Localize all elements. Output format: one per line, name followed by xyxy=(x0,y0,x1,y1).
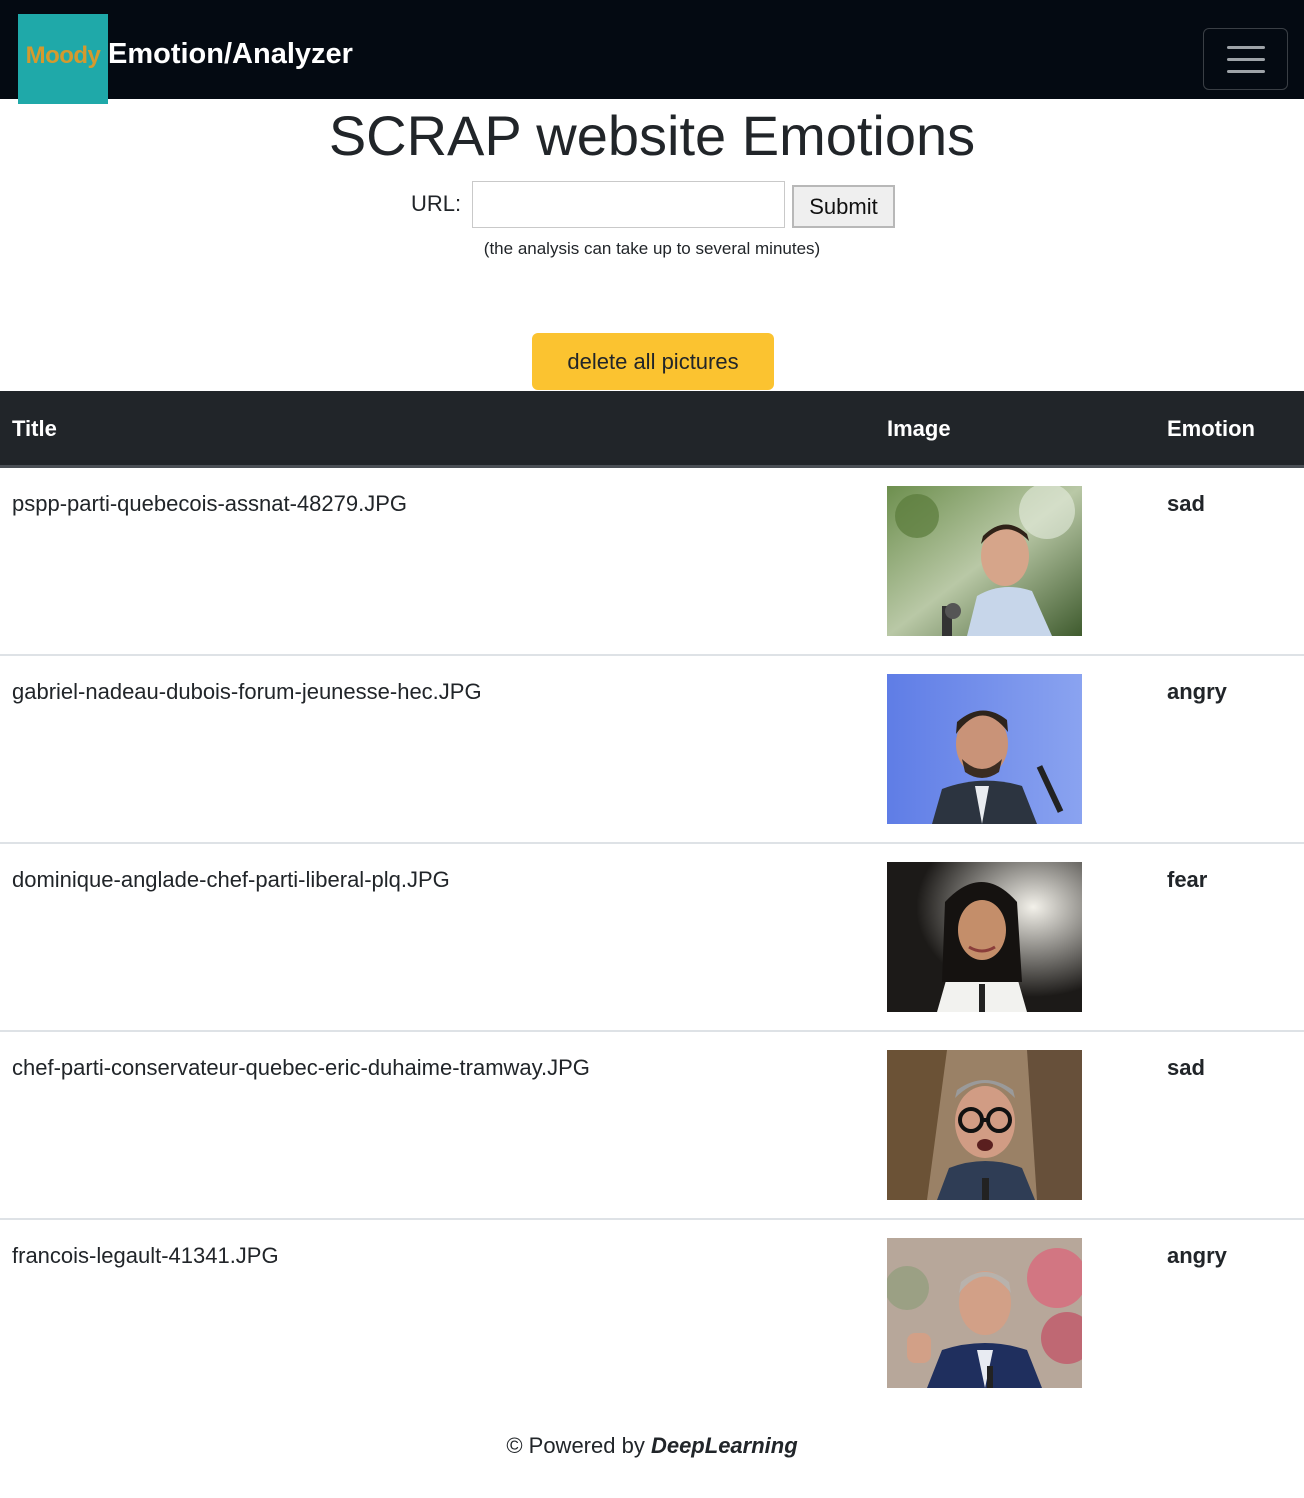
moody-logo[interactable]: Moody xyxy=(18,14,108,104)
delete-all-pictures-button[interactable]: delete all pictures xyxy=(532,333,774,390)
column-header-image: Image xyxy=(887,416,951,441)
column-header-title: Title xyxy=(12,416,57,441)
emotion-label: angry xyxy=(1167,679,1227,704)
emotion-label: fear xyxy=(1167,867,1208,892)
submit-button[interactable]: Submit xyxy=(792,185,895,228)
image-title: gabriel-nadeau-dubois-forum-jeunesse-hec… xyxy=(12,679,482,704)
emotion-label: angry xyxy=(1167,1243,1227,1268)
image-title: dominique-anglade-chef-parti-liberal-plq… xyxy=(12,867,450,892)
footer-prefix: © Powered by xyxy=(506,1433,645,1458)
table-row: dominique-anglade-chef-parti-liberal-plq… xyxy=(0,844,1304,1032)
column-header-emotion: Emotion xyxy=(1167,416,1255,441)
photo-thumbnail xyxy=(887,862,1082,1012)
image-title: pspp-parti-quebecois-assnat-48279.JPG xyxy=(12,491,408,516)
url-input[interactable] xyxy=(472,181,785,228)
analysis-hint: (the analysis can take up to several min… xyxy=(483,239,821,258)
table-row: pspp-parti-quebecois-assnat-48279.JPG sa… xyxy=(0,468,1304,656)
table-row: chef-parti-conservateur-quebec-eric-duha… xyxy=(0,1032,1304,1220)
table-row: francois-legault-41341.JPG angry xyxy=(0,1220,1304,1408)
page-title: SCRAP website Emotions xyxy=(328,104,976,167)
top-navbar: Moody Emotion/Analyzer xyxy=(0,0,1304,104)
image-title: francois-legault-41341.JPG xyxy=(12,1243,279,1268)
photo-thumbnail xyxy=(887,1238,1082,1388)
photo-thumbnail xyxy=(887,674,1082,824)
brand-title[interactable]: Emotion/Analyzer xyxy=(108,36,353,72)
table-header: Title Image Emotion xyxy=(0,391,1304,468)
table-row: gabriel-nadeau-dubois-forum-jeunesse-hec… xyxy=(0,656,1304,844)
emotion-label: sad xyxy=(1167,491,1205,516)
emotion-label: sad xyxy=(1167,1055,1205,1080)
navbar-toggle-button[interactable] xyxy=(1203,28,1288,90)
photo-thumbnail xyxy=(887,486,1082,636)
page-footer: © Powered by DeepLearning xyxy=(0,1431,1304,1461)
footer-brand: DeepLearning xyxy=(650,1433,798,1458)
image-title: chef-parti-conservateur-quebec-eric-duha… xyxy=(12,1055,590,1080)
photo-thumbnail xyxy=(887,1050,1082,1200)
logo-text: Moody xyxy=(25,42,101,69)
url-label: URL: xyxy=(411,191,462,216)
